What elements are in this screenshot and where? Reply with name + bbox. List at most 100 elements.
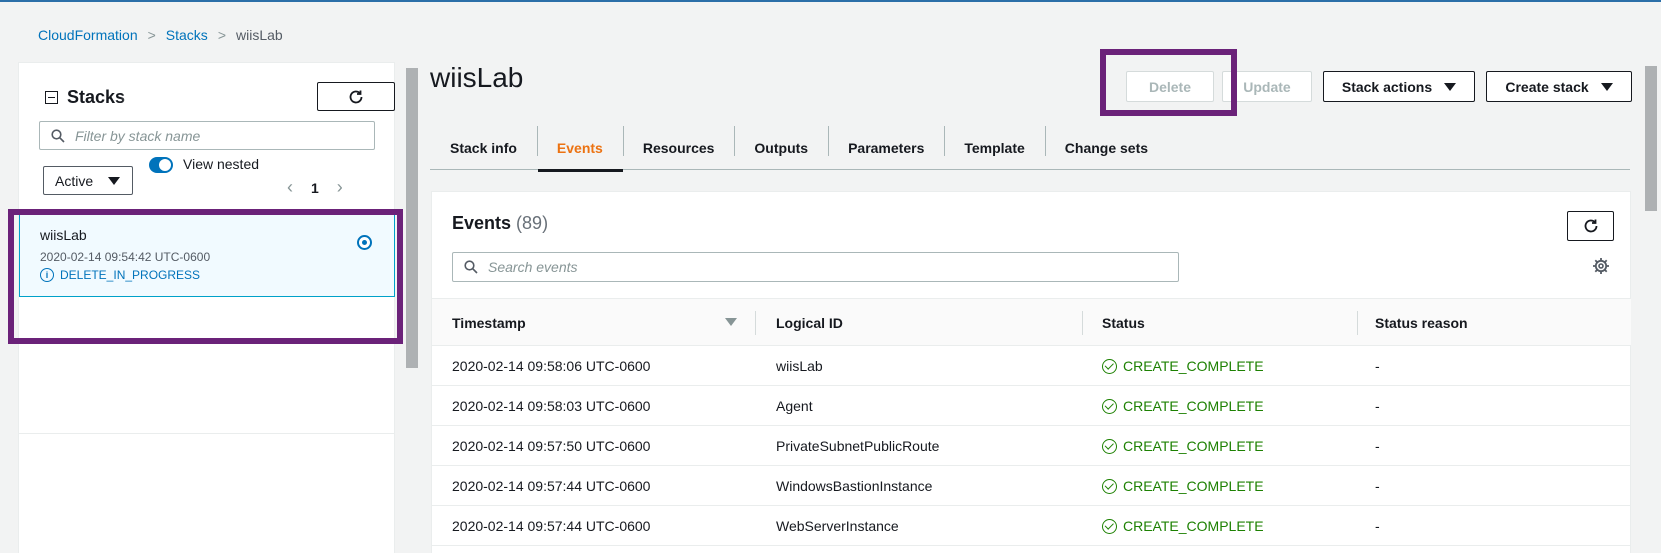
success-check-icon	[1102, 438, 1117, 454]
column-divider[interactable]	[1082, 311, 1083, 335]
tab-change-sets[interactable]: Change sets	[1044, 126, 1168, 170]
cell-status-text: CREATE_COMPLETE	[1123, 358, 1264, 374]
cell-logical-id: wiisLab	[776, 358, 823, 374]
view-nested-label: View nested	[183, 156, 260, 172]
caret-down-icon	[108, 177, 120, 185]
column-divider[interactable]	[1357, 311, 1358, 335]
tab-stack-info[interactable]: Stack info	[430, 126, 537, 170]
breadcrumb-stacks[interactable]: Stacks	[166, 27, 208, 43]
tab-events[interactable]: Events	[536, 126, 623, 172]
success-check-icon	[1102, 478, 1117, 494]
cell-timestamp: 2020-02-14 09:58:06 UTC-0600	[452, 358, 651, 374]
status-filter-value: Active	[55, 172, 94, 189]
cell-status-reason: -	[1375, 358, 1380, 374]
cell-status: CREATE_COMPLETE	[1102, 466, 1264, 506]
events-title-text: Events	[452, 213, 512, 233]
cell-timestamp: 2020-02-14 09:57:50 UTC-0600	[452, 438, 651, 454]
cell-logical-id: WebServerInstance	[776, 518, 899, 534]
cell-status-text: CREATE_COMPLETE	[1123, 518, 1264, 534]
events-count: (89)	[516, 213, 549, 233]
sort-descending-icon[interactable]	[725, 318, 737, 326]
cell-status-text: CREATE_COMPLETE	[1123, 438, 1264, 454]
refresh-icon	[1584, 219, 1597, 233]
stacks-panel-title[interactable]: Stacks	[45, 87, 125, 108]
caret-down-icon	[1444, 82, 1457, 91]
panel-scrollbar[interactable]	[405, 62, 419, 553]
caret-down-icon	[1600, 82, 1613, 91]
cell-status-reason: -	[1375, 398, 1380, 414]
events-table: Timestamp Logical ID Status Status reaso…	[432, 298, 1631, 546]
gear-icon[interactable]	[1592, 257, 1610, 280]
column-divider[interactable]	[755, 311, 756, 335]
events-title: Events (89)	[452, 213, 548, 234]
events-search-input[interactable]: Search events	[452, 252, 1179, 282]
page-title: wiisLab	[430, 62, 524, 93]
settings-gear-svg	[1593, 258, 1609, 274]
chevron-right-icon: >	[147, 27, 156, 43]
breadcrumb-cloudformation[interactable]: CloudFormation	[38, 27, 138, 43]
cell-logical-id: WindowsBastionInstance	[776, 478, 933, 494]
scrollbar-thumb[interactable]	[406, 68, 418, 368]
success-check-icon	[1102, 398, 1117, 414]
table-row: 2020-02-14 09:57:44 UTC-0600 WindowsBast…	[432, 466, 1631, 506]
tab-parameters[interactable]: Parameters	[828, 126, 944, 170]
divider	[19, 433, 395, 434]
tab-resources[interactable]: Resources	[622, 126, 735, 170]
chevron-right-icon: >	[217, 27, 226, 43]
table-row: 2020-02-14 09:58:06 UTC-0600 wiisLab CRE…	[432, 346, 1631, 386]
pagination: ‹ 1 ›	[287, 177, 343, 198]
cell-status-text: CREATE_COMPLETE	[1123, 398, 1264, 414]
cell-status: CREATE_COMPLETE	[1102, 386, 1264, 426]
events-refresh-button[interactable]	[1567, 211, 1614, 241]
scrollbar-thumb[interactable]	[1645, 66, 1657, 211]
cell-status: CREATE_COMPLETE	[1102, 346, 1264, 386]
tab-outputs[interactable]: Outputs	[734, 126, 828, 170]
stack-filter-placeholder: Filter by stack name	[75, 127, 201, 144]
cell-timestamp: 2020-02-14 09:58:03 UTC-0600	[452, 398, 651, 414]
column-logical-id[interactable]: Logical ID	[776, 299, 843, 347]
highlight-box-stack	[8, 209, 403, 344]
table-row: 2020-02-14 09:58:03 UTC-0600 Agent CREAT…	[432, 386, 1631, 426]
collapse-icon[interactable]	[45, 91, 58, 104]
column-status[interactable]: Status	[1102, 299, 1145, 347]
tab-template[interactable]: Template	[944, 126, 1044, 170]
create-stack-label: Create stack	[1505, 78, 1589, 95]
events-panel: Events (89) Search events Timestamp Logi…	[431, 191, 1631, 553]
stack-tabs: Stack info Events Resources Outputs Para…	[430, 126, 1630, 172]
table-row: 2020-02-14 09:57:50 UTC-0600 PrivateSubn…	[432, 426, 1631, 466]
chevron-left-icon[interactable]: ‹	[287, 177, 293, 198]
page-scrollbar[interactable]	[1643, 66, 1659, 553]
cell-status: CREATE_COMPLETE	[1102, 506, 1264, 546]
cell-status-reason: -	[1375, 518, 1380, 534]
column-status-reason[interactable]: Status reason	[1375, 299, 1468, 347]
cell-logical-id: Agent	[776, 398, 813, 414]
success-check-icon	[1102, 518, 1117, 534]
create-stack-button[interactable]: Create stack	[1486, 71, 1632, 102]
cell-status-reason: -	[1375, 478, 1380, 494]
stacks-refresh-button[interactable]	[317, 82, 395, 111]
column-timestamp[interactable]: Timestamp	[452, 299, 526, 347]
top-accent-line	[0, 0, 1661, 2]
cell-status: CREATE_COMPLETE	[1102, 426, 1264, 466]
status-filter-select[interactable]: Active	[43, 166, 133, 195]
page-number[interactable]: 1	[311, 180, 319, 196]
success-check-icon	[1102, 358, 1117, 374]
view-nested-toggle[interactable]	[149, 157, 173, 173]
chevron-right-icon[interactable]: ›	[337, 177, 343, 198]
cell-timestamp: 2020-02-14 09:57:44 UTC-0600	[452, 518, 651, 534]
table-header: Timestamp Logical ID Status Status reaso…	[432, 298, 1631, 346]
stack-actions-label: Stack actions	[1341, 78, 1433, 95]
events-search-placeholder: Search events	[488, 259, 578, 275]
stack-filter-input[interactable]: Filter by stack name	[39, 121, 375, 150]
stack-actions-button[interactable]: Stack actions	[1323, 71, 1475, 102]
redaction-smudge	[119, 83, 229, 113]
cell-status-reason: -	[1375, 438, 1380, 454]
search-icon	[464, 260, 478, 274]
breadcrumb-current: wiisLab	[236, 27, 283, 43]
stacks-panel-title-text: Stacks	[67, 87, 126, 107]
cell-timestamp: 2020-02-14 09:57:44 UTC-0600	[452, 478, 651, 494]
refresh-icon	[349, 90, 363, 103]
breadcrumb: CloudFormation > Stacks > wiisLab	[38, 27, 283, 43]
table-row: 2020-02-14 09:57:44 UTC-0600 WebServerIn…	[432, 506, 1631, 546]
cell-status-text: CREATE_COMPLETE	[1123, 478, 1264, 494]
